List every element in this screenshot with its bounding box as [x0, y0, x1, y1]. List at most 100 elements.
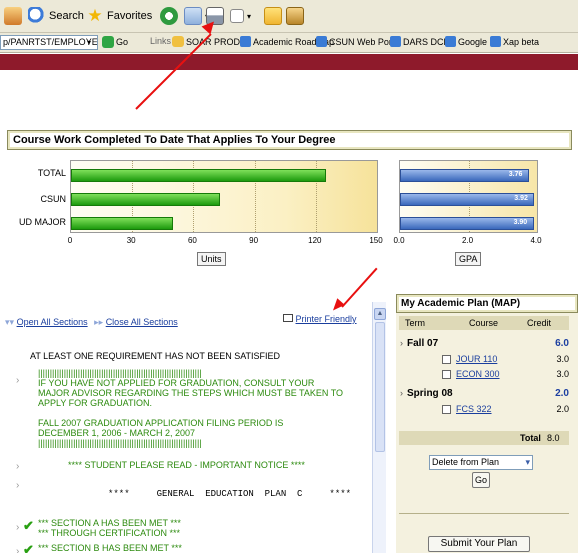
folder-button[interactable]	[264, 5, 282, 27]
printer-friendly-link[interactable]: Printer Friendly	[283, 314, 357, 324]
search-icon	[28, 7, 46, 25]
bar-value-label: 3.90	[513, 219, 528, 226]
x-tick-label: 60	[187, 236, 197, 245]
course-work-title: Course Work Completed To Date That Appli…	[7, 130, 572, 150]
plan-action-value: Delete from Plan	[432, 457, 500, 467]
requirements-panel: ▾▾ Open All Sections ▸▸ Close All Sectio…	[0, 302, 372, 553]
plan-total-row: Total 8.0	[399, 431, 569, 445]
edit-button[interactable]: ▾	[230, 5, 251, 27]
link-label: Google	[458, 36, 488, 47]
favorites-button[interactable]: ★ Favorites	[86, 5, 152, 27]
expand-icon: ▾▾	[5, 317, 15, 327]
mail-icon	[184, 7, 202, 25]
units-axis-label: Units	[197, 252, 226, 266]
term-row-fall[interactable]: › Fall 07 6.0	[396, 338, 578, 352]
favorites-label: Favorites	[107, 10, 153, 22]
section-controls: ▾▾ Open All Sections ▸▸ Close All Sectio…	[5, 317, 178, 328]
filing-period: FALL 2007 GRADUATION APPLICATION FILING …	[38, 418, 283, 448]
course-link[interactable]: JOUR 110	[456, 354, 497, 364]
folder-icon	[172, 36, 184, 47]
scroll-thumb[interactable]	[375, 322, 385, 452]
links-bar: p/PANRTST/EMPLOYEE, ▾ Go Links SOAR PROD…	[0, 33, 578, 53]
link-label: SOAR PROD	[186, 36, 241, 47]
ie-icon	[316, 36, 327, 47]
period-line: DECEMBER 1, 2006 - MARCH 2, 2007	[38, 428, 196, 438]
collapse-icon: ▸▸	[94, 317, 104, 327]
printer-friendly-label: Printer Friendly	[295, 314, 357, 324]
expand-arrow-icon[interactable]: ›	[16, 461, 19, 472]
open-all-link[interactable]: Open All Sections	[17, 317, 88, 327]
course-link[interactable]: ECON 300	[456, 369, 500, 379]
bars-line: ||||||||||||||||||||||||||||||||||||||||…	[38, 438, 202, 448]
bar-ud-major	[71, 217, 173, 230]
section-a-line: *** THROUGH CERTIFICATION ***	[38, 528, 181, 538]
home-button[interactable]	[4, 5, 22, 27]
bar-value-label: 3.76	[508, 171, 523, 178]
link-label: Xap beta	[503, 36, 540, 47]
scroll-up-icon[interactable]: ▲	[374, 308, 386, 320]
important-notice: **** STUDENT PLEASE READ - IMPORTANT NOT…	[68, 460, 305, 470]
course-row: ECON 300 3.0	[396, 369, 578, 383]
bar-csun	[71, 193, 220, 206]
notice-line: APPLY FOR GRADUATION.	[38, 398, 153, 408]
course-link[interactable]: FCS 322	[456, 404, 492, 414]
course-credit: 3.0	[556, 369, 569, 379]
link-xap-beta[interactable]: Xap beta	[490, 36, 539, 47]
search-button[interactable]: Search	[28, 5, 84, 27]
notice-line: IF YOU HAVE NOT APPLIED FOR GRADUATION, …	[38, 378, 315, 388]
link-dars-dcp[interactable]: DARS DCP	[390, 36, 450, 47]
expand-arrow-icon[interactable]: ›	[16, 522, 19, 533]
checkmark-icon: ✔	[23, 518, 34, 533]
expand-arrow-icon[interactable]: ›	[16, 480, 19, 491]
go-button[interactable]: Go	[102, 36, 128, 48]
chevron-down-icon[interactable]: ▾	[87, 38, 91, 47]
expand-arrow-icon[interactable]: ›	[16, 546, 19, 553]
requirements-scrollbar[interactable]: ▲	[372, 302, 386, 553]
ie-icon	[445, 36, 456, 47]
plan-go-button[interactable]: Go	[472, 472, 490, 488]
total-value: 8.0	[547, 433, 560, 443]
course-row: JOUR 110 3.0	[396, 354, 578, 368]
expand-arrow-icon: ›	[400, 338, 403, 348]
x-tick-label: 90	[249, 236, 259, 245]
term-header: Term	[405, 318, 425, 328]
category-label: CSUN	[40, 194, 66, 204]
link-google[interactable]: Google	[445, 36, 487, 47]
close-all-link[interactable]: Close All Sections	[106, 317, 178, 327]
course-checkbox[interactable]	[442, 370, 451, 379]
ie-icon	[490, 36, 501, 47]
research-icon	[286, 7, 304, 25]
link-csun-web-portal[interactable]: CSUN Web Portal	[316, 36, 401, 47]
printer-icon	[283, 314, 293, 322]
expand-arrow-icon[interactable]: ›	[16, 375, 19, 386]
course-checkbox[interactable]	[442, 405, 451, 414]
ie-icon	[240, 36, 251, 47]
submit-plan-button[interactable]: Submit Your Plan	[428, 536, 530, 552]
course-credit: 3.0	[556, 354, 569, 364]
category-label: UD MAJOR	[19, 217, 66, 227]
bars-line: ||||||||||||||||||||||||||||||||||||||||…	[38, 368, 202, 378]
category-label: TOTAL	[37, 168, 66, 178]
graduation-notice: IF YOU HAVE NOT APPLIED FOR GRADUATION, …	[38, 378, 343, 408]
term-credit: 6.0	[555, 338, 569, 349]
section-a-line: *** SECTION A HAS BEEN MET ***	[38, 518, 181, 528]
bar-total	[71, 169, 326, 182]
x-tick-label: 30	[126, 236, 136, 245]
address-field[interactable]: p/PANRTST/EMPLOYEE,	[0, 35, 98, 50]
bar-value-label: 3.92	[514, 195, 528, 202]
course-checkbox[interactable]	[442, 355, 451, 364]
term-row-spring[interactable]: › Spring 08 2.0	[396, 388, 578, 402]
header-band	[0, 54, 578, 70]
course-header: Course	[469, 318, 499, 328]
history-button[interactable]	[160, 5, 178, 27]
term-credit: 2.0	[555, 388, 569, 399]
research-button[interactable]	[286, 5, 304, 27]
credit-header: Credit	[527, 318, 552, 328]
plan-action-select[interactable]: Delete from Plan ▾	[429, 455, 533, 470]
edit-icon	[230, 9, 244, 23]
x-tick-label: 4.0	[530, 236, 542, 245]
checkmark-icon: ✔	[23, 542, 34, 553]
plan-header-row: Term Course Credit	[399, 316, 569, 330]
term-name: Fall 07	[407, 338, 439, 349]
link-label: DARS DCP	[403, 36, 450, 47]
